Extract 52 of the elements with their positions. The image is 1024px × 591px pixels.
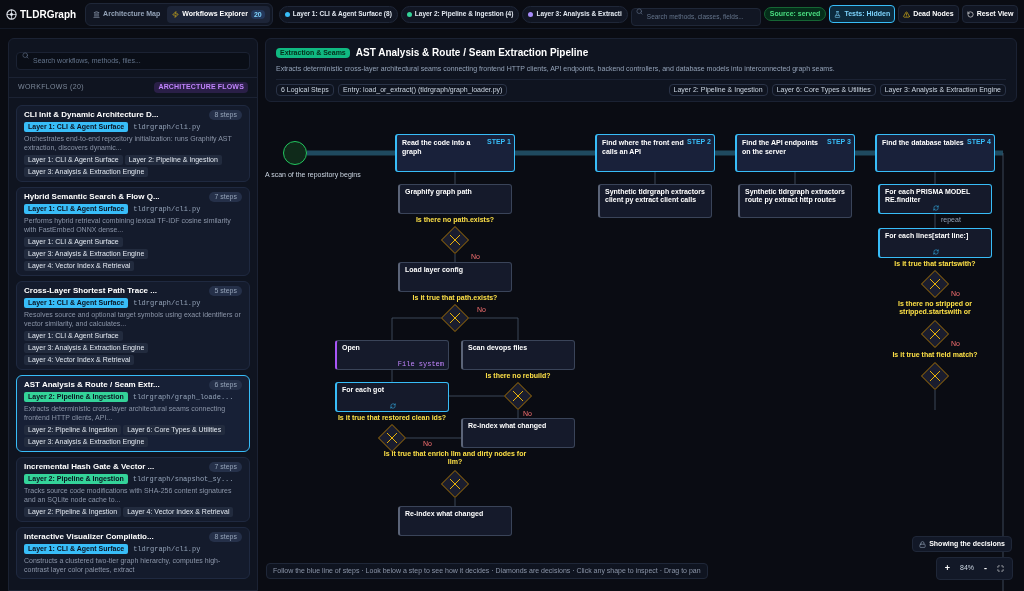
flask-icon	[834, 10, 842, 18]
connector-line	[454, 497, 456, 506]
loop-icon	[389, 402, 396, 409]
step-connector	[715, 150, 735, 155]
decision-diamond[interactable]	[921, 361, 949, 390]
connector-line	[934, 389, 936, 410]
connector-line	[448, 395, 505, 396]
zoom-out-button[interactable]: -	[984, 561, 987, 576]
warning-icon	[903, 10, 911, 18]
workflow-title: Incremental Hash Gate & Vector ...	[24, 461, 155, 472]
decision-diamond[interactable]	[921, 319, 949, 348]
workflow-title: Interactive Visualizer Compilatio...	[24, 531, 154, 542]
decision-diamond[interactable]	[378, 423, 406, 452]
connector-line	[405, 437, 462, 438]
connector-line	[654, 171, 656, 184]
loop-icon	[932, 204, 939, 211]
workflow-title: Cross-Layer Shortest Path Trace ...	[24, 285, 157, 296]
connector-line	[468, 317, 519, 340]
decision-diamond[interactable]	[441, 303, 469, 332]
connector-line	[517, 409, 519, 418]
workflow-title: Hybrid Semantic Search & Flow Q...	[24, 191, 160, 202]
building-icon	[93, 10, 101, 18]
workflow-card[interactable]	[16, 374, 250, 452]
lightning-icon	[172, 10, 180, 18]
reset-icon	[966, 10, 974, 18]
step-connector	[995, 150, 1003, 155]
step-connector	[855, 150, 875, 155]
workflow-card[interactable]	[16, 186, 250, 276]
connector-line	[454, 253, 456, 262]
connector-line	[454, 171, 456, 184]
lock-icon	[919, 540, 927, 548]
workflow-card[interactable]	[16, 104, 250, 182]
pipeline-title: AST Analysis & Route / Seam Extraction Pipeline	[355, 46, 589, 60]
decision-diamond[interactable]	[441, 469, 469, 498]
workflow-card[interactable]	[16, 280, 250, 370]
zoom-in-button[interactable]: +	[944, 561, 950, 576]
logo-icon	[6, 8, 17, 20]
decision-diamond[interactable]	[441, 225, 469, 254]
connector-line	[391, 369, 393, 382]
workflow-title: AST Analysis & Route / Seam Extr...	[24, 379, 160, 390]
workflow-card[interactable]	[16, 456, 250, 522]
loop-icon	[932, 248, 939, 255]
app-title: TLDRGraph	[20, 7, 77, 22]
start-node[interactable]	[283, 140, 307, 165]
connector-line	[934, 171, 936, 184]
connector-line	[934, 213, 936, 228]
connector-line	[391, 317, 442, 340]
workflow-title: CLI Init & Dynamic Architecture D...	[24, 109, 159, 120]
decision-diamond[interactable]	[504, 381, 532, 410]
fullscreen-icon[interactable]	[997, 565, 1004, 572]
connector-line	[794, 171, 796, 184]
decision-diamond[interactable]	[921, 269, 949, 298]
